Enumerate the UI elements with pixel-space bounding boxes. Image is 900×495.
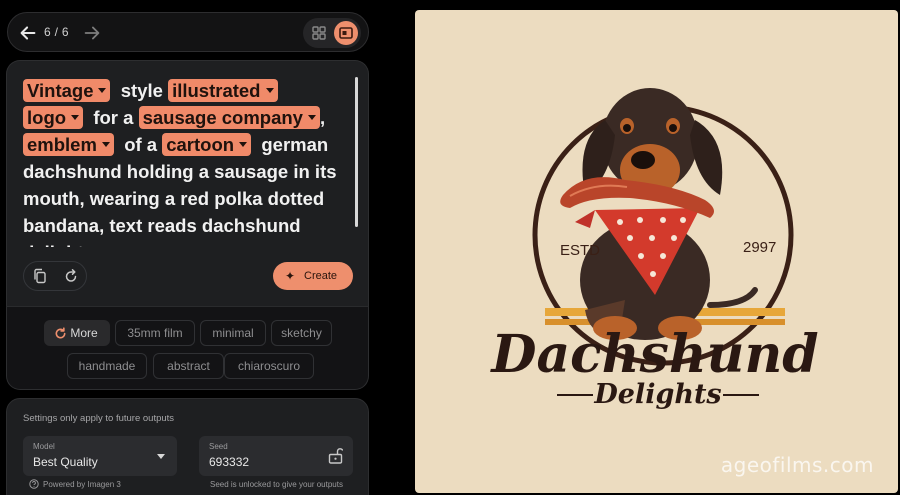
suggestion-chip[interactable]: abstract [153, 353, 224, 379]
single-view-button[interactable] [334, 21, 358, 45]
prompt-editor[interactable]: Vintage style illustrated logo for a sau… [23, 77, 351, 247]
suggestion-chip[interactable]: handmade [67, 353, 147, 379]
suggestion-chip[interactable]: minimal [200, 320, 266, 346]
left-panel: 6 / 6 Vintage style illustrated logo for… [0, 0, 375, 495]
chevron-down-icon [265, 87, 274, 93]
prompt-chip-sausage-company[interactable]: sausage company [138, 106, 320, 129]
prompt-card: Vintage style illustrated logo for a sau… [6, 60, 369, 306]
chevron-down-icon [157, 454, 165, 459]
powered-by-text: Powered by Imagen 3 [43, 480, 121, 489]
seed-value: 693332 [209, 455, 250, 469]
year-label: 2997 [743, 239, 776, 256]
seed-label: Seed [209, 442, 228, 451]
create-button[interactable]: ✦ Create [273, 262, 353, 290]
watermark: ageofilms.com [720, 453, 874, 477]
prompt-word: german [261, 134, 329, 155]
prompt-chip-vintage[interactable]: Vintage [23, 79, 111, 102]
prompt-word: for a [93, 107, 134, 128]
arrow-left-icon[interactable] [17, 22, 39, 44]
refresh-icon [55, 327, 66, 339]
seed-note: Seed is unlocked to give your outputs [210, 480, 343, 489]
prompt-line: mouth, wearing a red polka dotted [23, 188, 325, 209]
result-nav-bar: 6 / 6 [7, 12, 369, 52]
prompt-chip-illustrated[interactable]: illustrated [168, 79, 278, 102]
settings-panel: Settings only apply to future outputs Mo… [6, 398, 369, 495]
prompt-line: delights [23, 242, 94, 247]
chevron-down-icon [307, 114, 316, 120]
help-icon[interactable] [29, 479, 39, 489]
style-suggestions: More 35mm film minimal sketchy handmade … [6, 306, 369, 390]
prompt-word: style [120, 80, 163, 101]
result-counter: 6 / 6 [44, 25, 69, 39]
copy-icon[interactable] [32, 268, 48, 284]
prompt-word: of a [124, 134, 158, 155]
generated-image[interactable]: ESTD 2997 Dachshund Delights ageofilms.c… [415, 10, 898, 493]
model-label: Model [33, 442, 55, 451]
seed-field[interactable]: Seed 693332 [199, 436, 353, 476]
chevron-down-icon [101, 141, 110, 147]
suggestion-chip[interactable]: 35mm film [115, 320, 195, 346]
more-label: More [70, 326, 98, 340]
model-value: Best Quality [33, 455, 98, 469]
prompt-line: bandana, text reads dachshund [23, 215, 301, 236]
prompt-chip-emblem[interactable]: emblem [23, 133, 114, 156]
suggestion-chip[interactable]: sketchy [271, 320, 332, 346]
prompt-line: dachshund holding a sausage in its [23, 161, 337, 182]
chevron-down-icon [98, 87, 107, 93]
lock-open-icon[interactable] [328, 447, 343, 464]
chevron-down-icon [239, 141, 248, 147]
prompt-chip-cartoon[interactable]: cartoon [162, 133, 252, 156]
model-select[interactable]: Model Best Quality [23, 436, 177, 476]
view-toggle [303, 18, 361, 48]
arrow-right-icon[interactable] [81, 22, 103, 44]
chevron-down-icon [71, 114, 80, 120]
logo-title: Dachshund [489, 324, 818, 385]
suggestion-chip[interactable]: chiaroscuro [224, 353, 314, 379]
grid-icon[interactable] [309, 23, 329, 43]
prompt-scrollbar[interactable] [355, 77, 358, 227]
estd-label: ESTD [560, 242, 600, 259]
more-suggestions-button[interactable]: More [44, 320, 110, 346]
logo-subtitle: Delights [593, 379, 721, 410]
settings-note: Settings only apply to future outputs [23, 413, 175, 424]
create-label: Create [304, 270, 338, 282]
reset-icon[interactable] [63, 268, 79, 284]
prompt-chip-logo[interactable]: logo [23, 106, 84, 129]
sparkle-icon: ✦ [285, 269, 296, 283]
prompt-action-group [23, 261, 87, 291]
dachshund-logo-illustration: ESTD 2997 Dachshund Delights [489, 88, 819, 410]
single-view-icon [339, 27, 353, 39]
prompt-word: , [319, 107, 326, 128]
